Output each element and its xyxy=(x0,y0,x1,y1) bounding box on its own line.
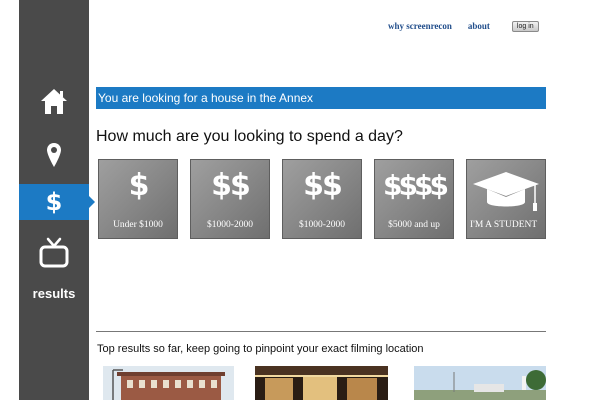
sidebar-item-home[interactable] xyxy=(19,83,89,119)
option-label: I'M A STUDENT xyxy=(470,220,538,230)
sidebar: $ results xyxy=(19,0,95,400)
option-1000-2000[interactable]: $$ $1000-2000 xyxy=(190,159,270,239)
home-icon xyxy=(41,89,67,114)
why-screenrecon-link[interactable]: why screenrecon xyxy=(388,21,452,31)
result-thumbnail-2[interactable] xyxy=(255,366,388,400)
option-under-1000[interactable]: $ Under $1000 xyxy=(98,159,178,239)
dollar-symbol: $ xyxy=(128,168,150,203)
top-nav: why screenrecon about log in xyxy=(388,19,539,33)
sidebar-item-tv[interactable] xyxy=(19,235,89,271)
option-student[interactable]: I'M A STUDENT xyxy=(466,159,546,239)
section-divider xyxy=(96,331,546,332)
dollar-symbol: $$$$ xyxy=(383,169,449,202)
about-link[interactable]: about xyxy=(468,21,490,31)
graduation-cap-icon xyxy=(473,172,539,211)
location-photo-1 xyxy=(103,366,234,400)
sidebar-item-location[interactable] xyxy=(19,137,89,173)
search-context-banner: You are looking for a house in the Annex xyxy=(96,87,546,109)
location-pin-icon xyxy=(47,143,61,167)
result-thumbnail-1[interactable] xyxy=(103,366,234,400)
sidebar-item-results[interactable]: results xyxy=(19,286,89,301)
option-5000-and-up[interactable]: $$$$ $5000 and up xyxy=(374,159,454,239)
option-label: $5000 and up xyxy=(388,220,440,230)
dollar-symbol: $$ xyxy=(303,168,343,203)
option-1000-2000-b[interactable]: $$ $1000-2000 xyxy=(282,159,362,239)
sidebar-item-budget[interactable]: $ xyxy=(19,184,95,220)
dollar-icon: $ xyxy=(45,188,63,216)
budget-question: How much are you looking to spend a day? xyxy=(96,128,403,145)
option-label: $1000-2000 xyxy=(299,220,345,230)
option-label: $1000-2000 xyxy=(207,220,253,230)
results-heading: Top results so far, keep going to pinpoi… xyxy=(97,343,424,355)
login-button[interactable]: log in xyxy=(511,20,539,32)
dollar-symbol: $$ xyxy=(211,168,251,203)
tv-icon xyxy=(39,237,69,268)
option-label: Under $1000 xyxy=(113,220,163,230)
location-photo-2 xyxy=(255,366,388,400)
location-photo-3 xyxy=(414,366,546,400)
result-thumbnail-3[interactable] xyxy=(414,366,546,400)
